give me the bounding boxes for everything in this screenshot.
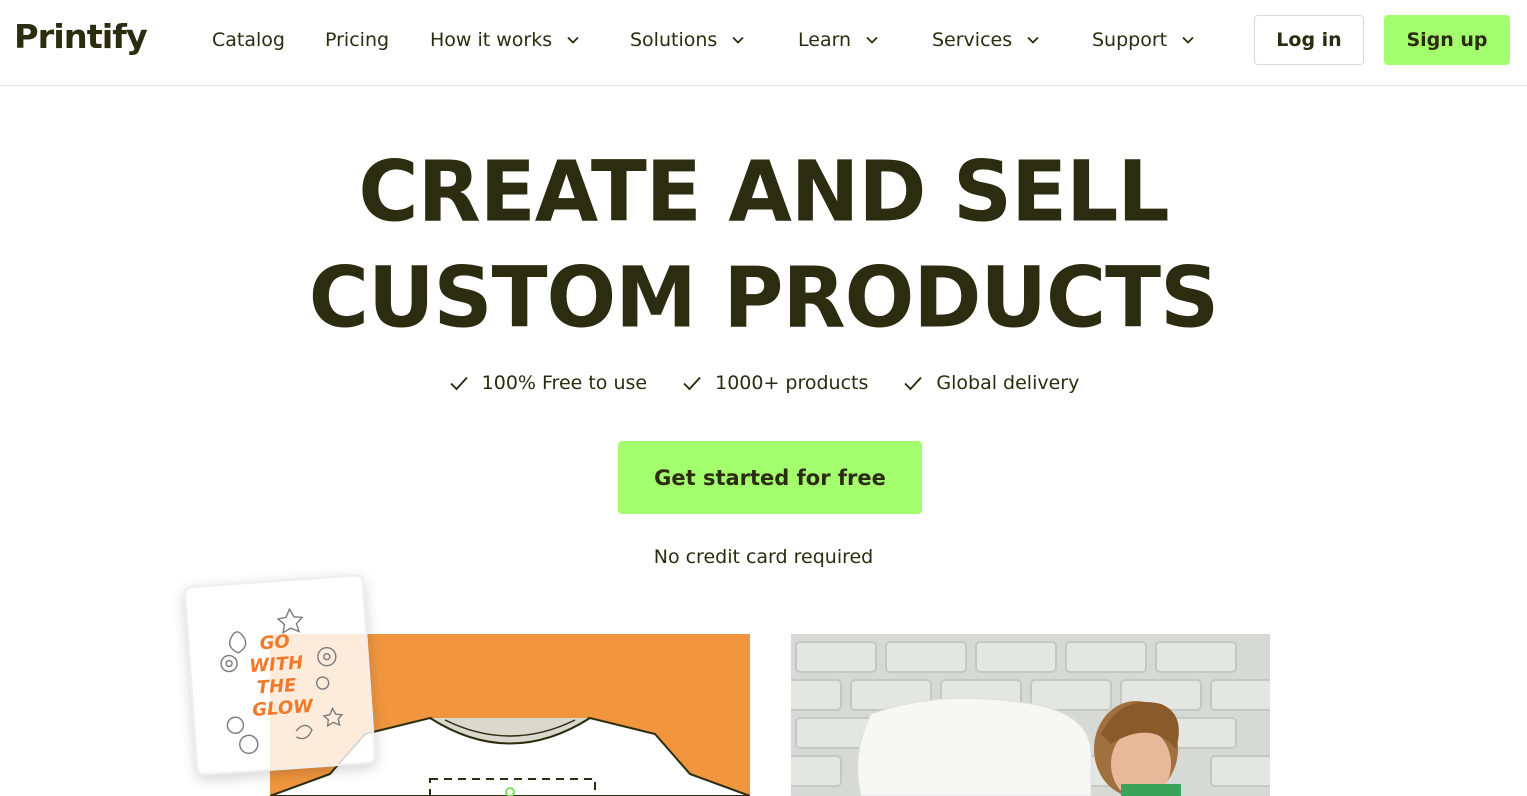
- feature-label: Global delivery: [936, 372, 1080, 394]
- nav-services[interactable]: Services: [932, 27, 1040, 53]
- sticker-text-with: WITH: [249, 652, 304, 677]
- chevron-down-icon: [732, 36, 744, 44]
- nav-pricing[interactable]: Pricing: [325, 27, 389, 53]
- chevron-down-icon: [866, 36, 878, 44]
- nav-catalog[interactable]: Catalog: [212, 27, 285, 53]
- nav-support[interactable]: Support: [1092, 27, 1195, 53]
- person-holding-shirt-photo: [791, 634, 1270, 796]
- feature-label: 100% Free to use: [481, 372, 648, 394]
- signup-button[interactable]: Sign up: [1384, 15, 1510, 65]
- login-button[interactable]: Log in: [1254, 15, 1364, 65]
- sticker-doodles: GO WITH THE GLOW: [220, 607, 344, 755]
- nav-how-it-works-label: How it works: [430, 29, 553, 51]
- design-sticker-card: GO WITH THE GLOW: [183, 573, 377, 777]
- sticker-text-glow: GLOW: [252, 696, 315, 721]
- cta-note: No credit card required: [653, 546, 874, 568]
- check-icon: [683, 376, 701, 391]
- nav-how-it-works[interactable]: How it works: [430, 27, 580, 53]
- get-started-button[interactable]: Get started for free: [618, 441, 922, 514]
- feature-item: 1000+ products: [681, 372, 868, 394]
- hero-headline-line1: CREATE AND SELL: [358, 144, 1169, 241]
- nav-pricing-label: Pricing: [325, 29, 390, 51]
- nav-solutions[interactable]: Solutions: [630, 27, 745, 53]
- nav-catalog-label: Catalog: [212, 29, 285, 51]
- sticker-text-the: THE: [256, 675, 298, 699]
- printify-logo[interactable]: Printify: [14, 17, 148, 56]
- nav-solutions-label: Solutions: [630, 29, 718, 51]
- chevron-down-icon: [1027, 36, 1039, 44]
- sticker-text-go: GO: [259, 631, 290, 654]
- brick-wall-photo: [791, 634, 1270, 796]
- nav-support-label: Support: [1092, 29, 1168, 51]
- feature-item: Global delivery: [902, 372, 1079, 394]
- chevron-down-icon: [567, 36, 579, 44]
- chevron-down-icon: [1182, 36, 1194, 44]
- feature-item: 100% Free to use: [448, 372, 647, 394]
- top-navigation: Printify Catalog Pricing How it works So…: [0, 0, 1527, 86]
- nav-services-label: Services: [932, 29, 1013, 51]
- feature-list: 100% Free to use 1000+ products Global d…: [0, 372, 1527, 394]
- nav-learn-label: Learn: [798, 29, 852, 51]
- nav-learn[interactable]: Learn: [798, 27, 879, 53]
- check-icon: [904, 376, 923, 391]
- feature-label: 1000+ products: [715, 372, 869, 394]
- check-icon: [449, 376, 468, 391]
- hero-headline-line2: CUSTOM PRODUCTS: [308, 250, 1219, 347]
